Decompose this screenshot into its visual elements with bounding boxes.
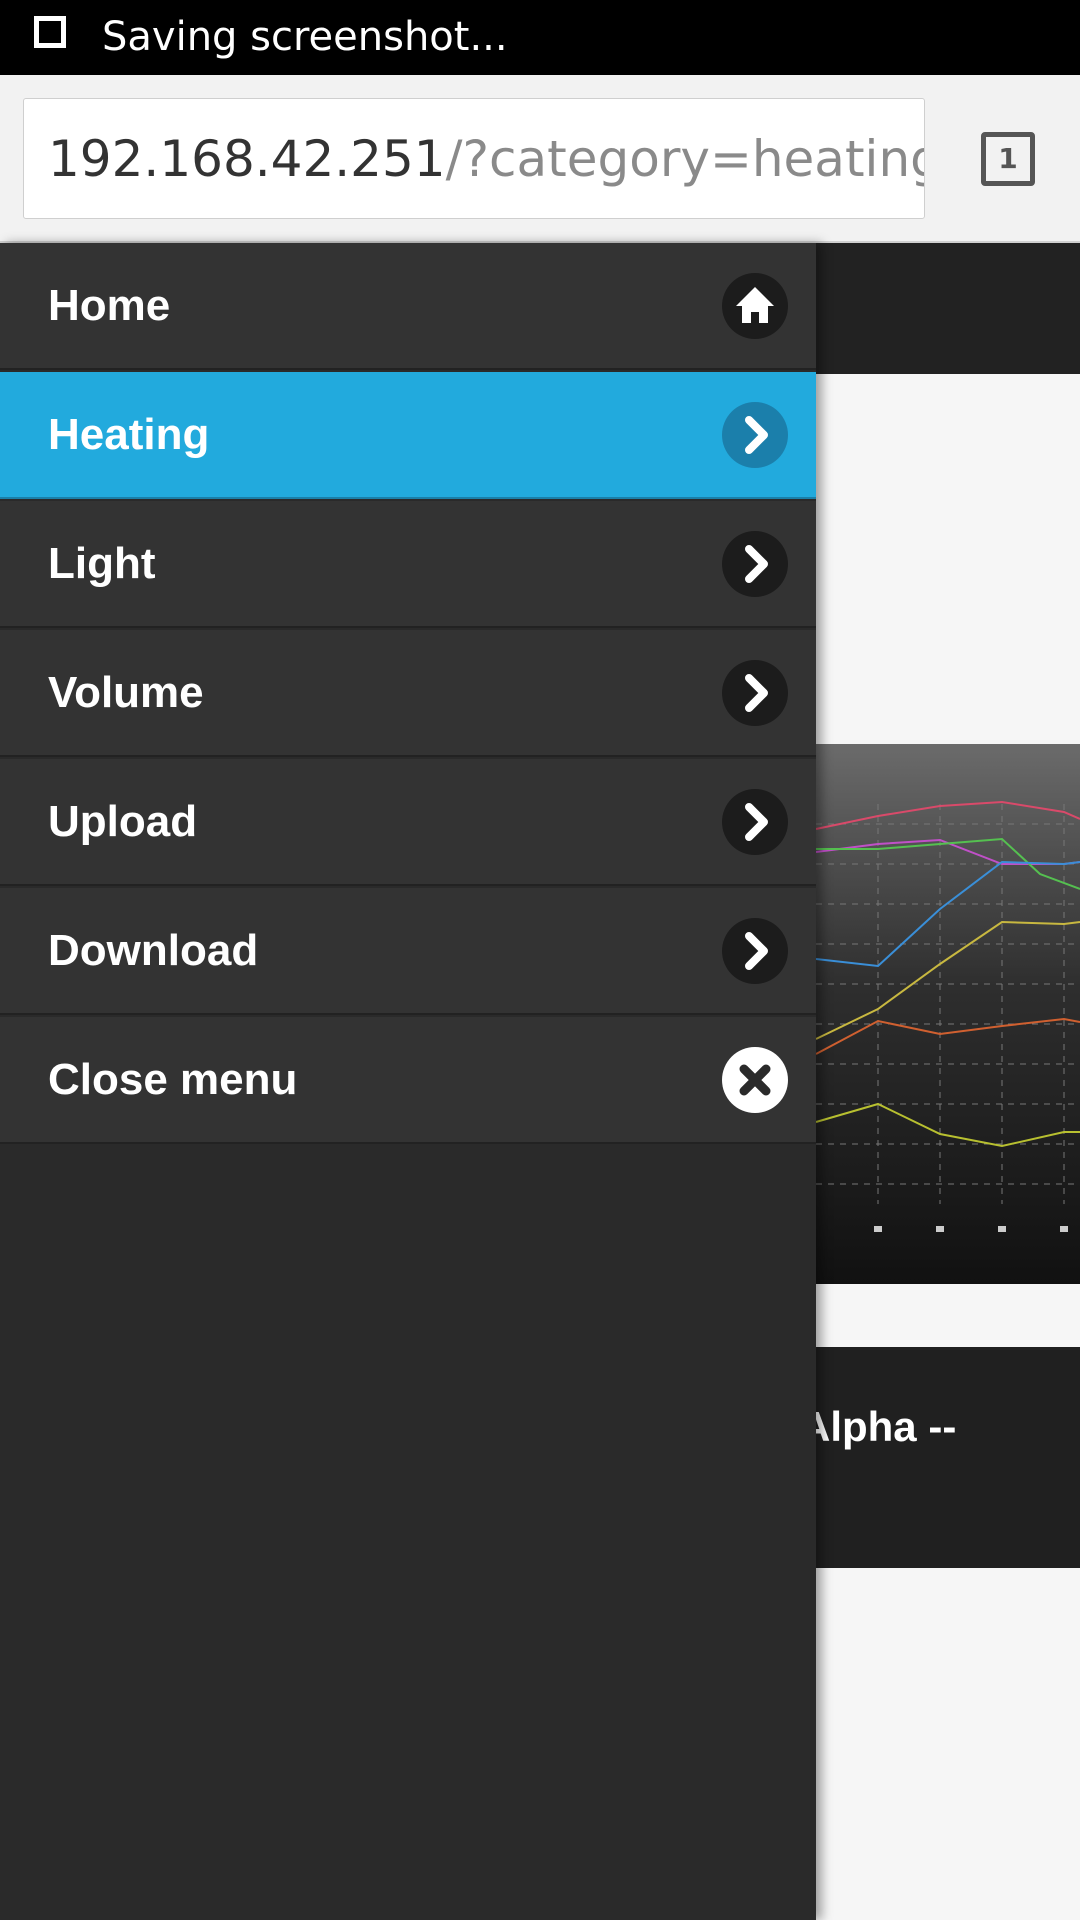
series-line	[815, 1102, 1080, 1148]
menu-item-label: Volume	[48, 668, 204, 717]
close-icon[interactable]	[722, 1047, 788, 1113]
url-path: /?category=heating	[445, 130, 925, 188]
series-line	[815, 800, 1080, 830]
home-icon[interactable]	[722, 273, 788, 339]
menu-item-home[interactable]: Home	[0, 243, 816, 370]
status-bar: Saving screenshot...	[0, 0, 1080, 75]
chevron-right-icon[interactable]	[722, 402, 788, 468]
menu-item-label: Download	[48, 926, 259, 975]
menu-item-close[interactable]: Close menu	[0, 1017, 816, 1144]
menu-item-volume[interactable]: Volume	[0, 630, 816, 757]
browser-toolbar: 192.168.42.251/?category=heating 1	[0, 75, 1080, 243]
chevron-right-icon[interactable]	[722, 918, 788, 984]
menu-item-heating[interactable]: Heating	[0, 372, 816, 499]
side-menu: Home Heating Light Volume Upload Downloa…	[0, 243, 816, 1920]
address-bar[interactable]: 192.168.42.251/?category=heating	[23, 98, 925, 219]
card-title: Alpha --	[800, 1403, 957, 1450]
menu-item-label: Close menu	[48, 1055, 298, 1104]
menu-item-light[interactable]: Light	[0, 501, 816, 628]
x-tick-mark	[874, 1226, 882, 1232]
series-line	[815, 860, 1080, 968]
x-tick-mark	[1060, 1226, 1068, 1232]
tab-switcher-button[interactable]: 1	[981, 132, 1035, 186]
x-tick-mark	[998, 1226, 1006, 1232]
url-text: 192.168.42.251/?category=heating	[48, 99, 925, 218]
menu-item-label: Home	[48, 281, 171, 330]
x-tick-mark	[936, 1226, 944, 1232]
url-host: 192.168.42.251	[48, 130, 446, 188]
menu-item-label: Heating	[48, 410, 210, 459]
chevron-right-icon[interactable]	[722, 660, 788, 726]
menu-item-upload[interactable]: Upload	[0, 759, 816, 886]
menu-item-download[interactable]: Download	[0, 888, 816, 1015]
menu-item-label: Light	[48, 539, 156, 588]
chevron-right-icon[interactable]	[722, 531, 788, 597]
status-text: Saving screenshot...	[102, 14, 508, 60]
chevron-right-icon[interactable]	[722, 789, 788, 855]
screenshot-icon	[34, 16, 66, 48]
menu-item-label: Upload	[48, 797, 198, 846]
